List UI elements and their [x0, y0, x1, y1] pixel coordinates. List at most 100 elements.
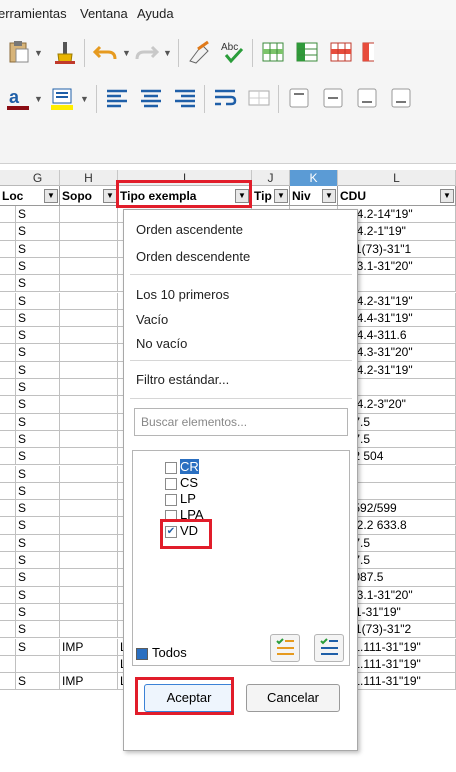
select-current-button[interactable]	[270, 634, 300, 662]
cell-soporte[interactable]	[60, 655, 118, 673]
checkbox[interactable]	[165, 461, 177, 474]
filter-dropdown-button[interactable]: ▼	[274, 189, 288, 203]
sort-ascending-item[interactable]: Orden ascendente	[136, 222, 243, 237]
row-header[interactable]	[0, 413, 16, 430]
undo-icon[interactable]	[92, 39, 118, 65]
cell-soporte[interactable]	[60, 448, 118, 465]
cell-loc[interactable]: S	[16, 586, 60, 603]
wrap-icon[interactable]	[212, 85, 238, 111]
cell-soporte[interactable]	[60, 292, 118, 309]
list-item-cs[interactable]: CS	[165, 475, 198, 490]
row-header[interactable]	[0, 465, 16, 482]
cell-loc[interactable]: S	[16, 379, 60, 396]
paste-icon[interactable]	[6, 39, 32, 65]
cell-loc[interactable]: S	[16, 223, 60, 240]
chevron-down-icon[interactable]: ▼	[34, 94, 43, 104]
cell-loc[interactable]: S	[16, 413, 60, 430]
cell-soporte[interactable]	[60, 396, 118, 413]
row-header[interactable]	[0, 327, 16, 344]
checkbox[interactable]	[165, 477, 177, 490]
cell-soporte[interactable]	[60, 413, 118, 430]
cell-soporte[interactable]	[60, 309, 118, 327]
cell-soporte[interactable]	[60, 517, 118, 534]
row-header[interactable]	[0, 309, 16, 327]
align-bottom-icon[interactable]	[354, 85, 380, 111]
chevron-down-icon[interactable]: ▼	[80, 94, 89, 104]
column-header-g[interactable]: G	[16, 170, 60, 186]
cell-soporte[interactable]	[60, 465, 118, 482]
chevron-down-icon[interactable]: ▼	[122, 48, 131, 58]
row-header[interactable]	[0, 292, 16, 309]
cell-soporte[interactable]	[60, 430, 118, 448]
align-right-icon[interactable]	[172, 85, 198, 111]
cancel-button[interactable]: Cancelar	[246, 684, 340, 712]
row-header[interactable]	[0, 482, 16, 500]
menu-item-ventana[interactable]: Ventana	[80, 6, 128, 21]
cell-soporte[interactable]	[60, 361, 118, 378]
list-item-lp[interactable]: LP	[165, 491, 196, 506]
align-middle-icon[interactable]	[320, 85, 346, 111]
chevron-down-icon[interactable]: ▼	[163, 48, 172, 58]
spellcheck-icon[interactable]: Abc	[220, 39, 246, 65]
filter-dropdown-button[interactable]: ▼	[103, 189, 117, 203]
empty-item[interactable]: Vacío	[136, 312, 168, 327]
cell-loc[interactable]: S	[16, 327, 60, 344]
row-header[interactable]	[0, 379, 16, 396]
cell-loc[interactable]: S	[16, 430, 60, 448]
cell-loc[interactable]: S	[16, 206, 60, 223]
redo-icon[interactable]	[134, 39, 160, 65]
cell-soporte[interactable]	[60, 257, 118, 275]
unselect-current-button[interactable]	[314, 634, 344, 662]
clear-icon[interactable]	[186, 39, 212, 65]
cell-loc[interactable]: S	[16, 534, 60, 551]
column-header-k[interactable]: K	[290, 170, 338, 186]
row-header[interactable]	[0, 517, 16, 534]
row-header[interactable]	[0, 275, 16, 292]
menu-item-herramientas[interactable]: erramientas	[0, 6, 67, 21]
rows-icon[interactable]	[260, 39, 286, 65]
cell-loc[interactable]: S	[16, 361, 60, 378]
row-header[interactable]	[0, 257, 16, 275]
row-header[interactable]	[0, 206, 16, 223]
highlight-icon[interactable]	[50, 85, 76, 111]
select-all-checkbox[interactable]: Todos	[136, 645, 187, 660]
row-header[interactable]	[0, 638, 16, 655]
cell-soporte[interactable]	[60, 344, 118, 361]
cell-soporte[interactable]	[60, 379, 118, 396]
cell-soporte[interactable]	[60, 534, 118, 551]
search-input[interactable]: Buscar elementos...	[134, 408, 348, 436]
cell-soporte[interactable]	[60, 586, 118, 603]
checkbox[interactable]	[165, 493, 177, 506]
cell-loc[interactable]: S	[16, 275, 60, 292]
merge-icon[interactable]	[246, 85, 272, 111]
row-header[interactable]	[0, 223, 16, 240]
header-cell-cdu[interactable]: CDU	[338, 186, 456, 206]
cell-soporte[interactable]	[60, 206, 118, 223]
cell-loc[interactable]: S	[16, 621, 60, 638]
align-bottom-icon[interactable]	[388, 85, 414, 111]
row-header[interactable]	[0, 621, 16, 638]
cell-soporte[interactable]	[60, 482, 118, 500]
cell-loc[interactable]: S	[16, 500, 60, 517]
row-header[interactable]	[0, 586, 16, 603]
align-top-icon[interactable]	[286, 85, 312, 111]
row-header[interactable]	[0, 240, 16, 257]
row-header[interactable]	[0, 448, 16, 465]
top10-item[interactable]: Los 10 primeros	[136, 287, 229, 302]
cell-soporte[interactable]: IMP	[60, 673, 118, 690]
cell-loc[interactable]: S	[16, 482, 60, 500]
align-left-icon[interactable]	[104, 85, 130, 111]
brush-icon[interactable]	[52, 39, 78, 65]
font-color-icon[interactable]: a	[6, 85, 32, 111]
row-header[interactable]	[0, 430, 16, 448]
cell-loc[interactable]: S	[16, 673, 60, 690]
columns-icon[interactable]	[294, 39, 320, 65]
cell-soporte[interactable]	[60, 327, 118, 344]
cell-loc[interactable]	[16, 655, 60, 673]
cell-loc[interactable]: S	[16, 638, 60, 655]
cell-loc[interactable]: S	[16, 465, 60, 482]
cell-loc[interactable]: S	[16, 552, 60, 569]
cell-loc[interactable]: S	[16, 603, 60, 621]
cell-soporte[interactable]	[60, 621, 118, 638]
cell-soporte[interactable]	[60, 552, 118, 569]
